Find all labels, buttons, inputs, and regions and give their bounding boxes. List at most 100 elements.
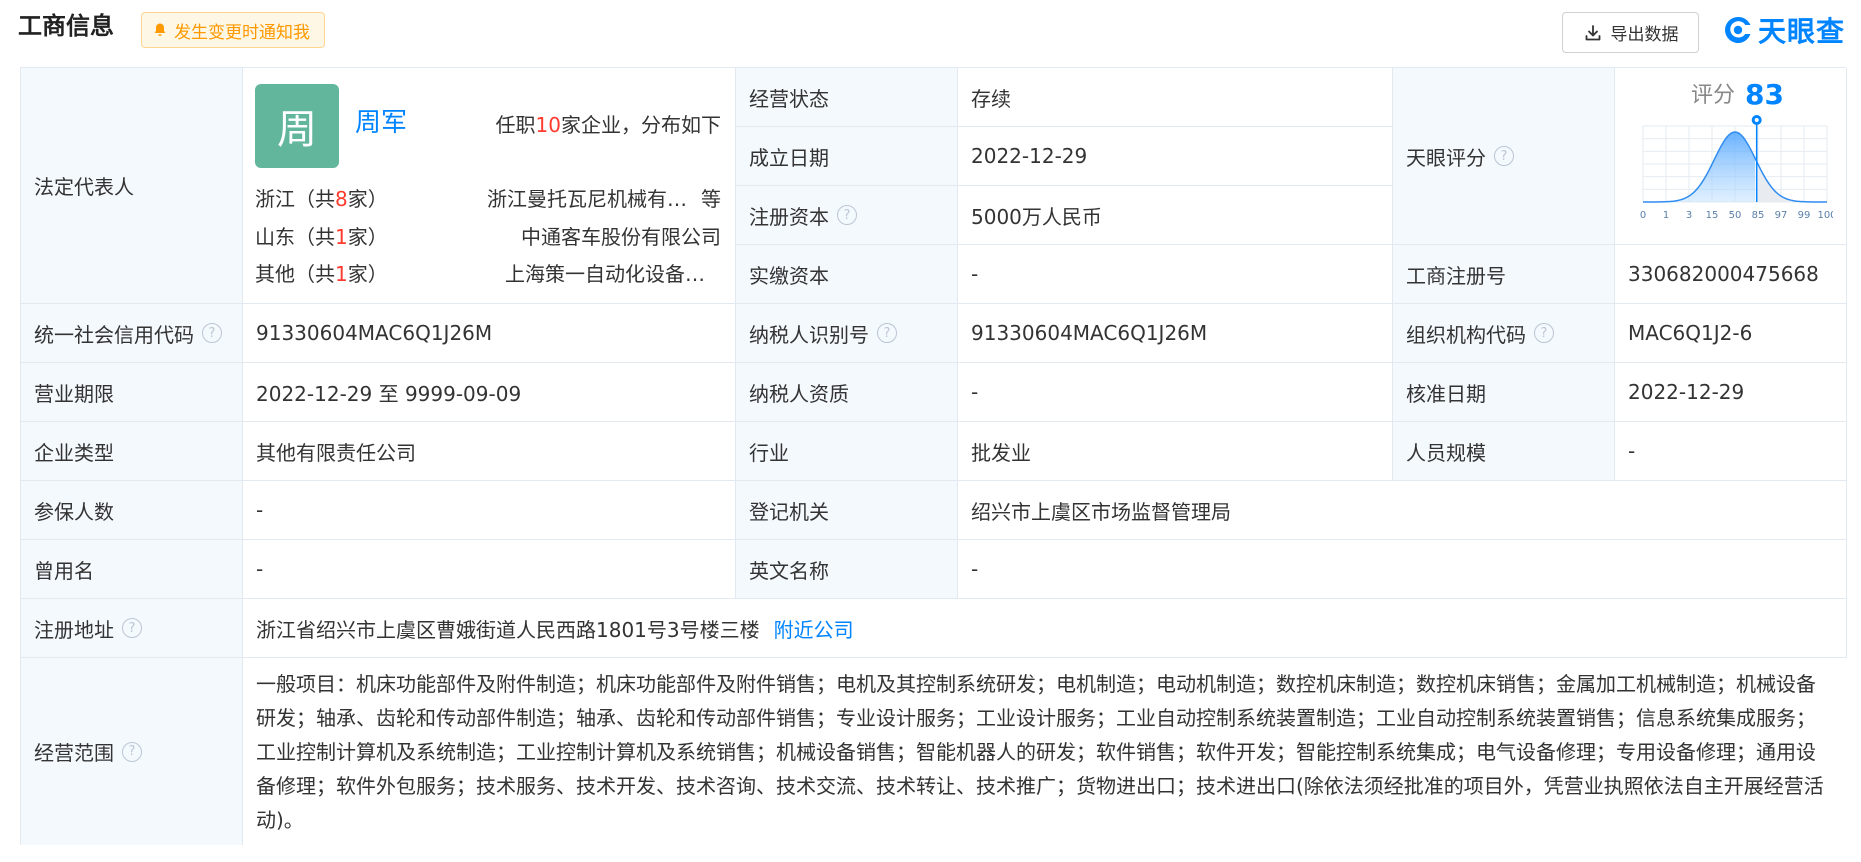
taxqual-label-cell: 纳税人资质	[736, 363, 958, 422]
download-icon	[1585, 24, 1600, 40]
founded-value: 2022-12-29	[971, 144, 1088, 168]
authority-label: 登记机关	[749, 499, 829, 524]
help-icon[interactable]: ?	[877, 323, 897, 343]
insured-label-cell: 参保人数	[21, 481, 243, 540]
score-value: 83	[1745, 78, 1784, 111]
regno-cell: 330682000475668	[1615, 245, 1847, 304]
legal-rep-summary: 任职10家企业，分布如下	[496, 113, 721, 137]
help-icon[interactable]: ?	[837, 205, 857, 225]
score-marker-pin-center	[1754, 118, 1759, 122]
staff-cell: -	[1615, 422, 1847, 481]
english-cell: -	[958, 540, 1847, 599]
org-cell: MAC6Q1J2-6	[1615, 304, 1847, 363]
scope-label: 经营范围	[34, 741, 114, 765]
org-value: MAC6Q1J2-6	[1628, 321, 1753, 345]
region-company-link[interactable]: 浙江曼托瓦尼机械有…	[487, 183, 687, 212]
legal-rep-name[interactable]: 周军	[355, 108, 407, 138]
scope-label-cell: 经营范围?	[21, 658, 243, 845]
region-company-link[interactable]: 上海策一自动化设备…	[505, 258, 721, 287]
insured-value: -	[256, 498, 264, 522]
legal-rep-label-cell: 法定代表人	[21, 68, 243, 304]
help-icon[interactable]: ?	[1534, 323, 1554, 343]
avatar[interactable]: 周	[255, 84, 339, 168]
paid-label-cell: 实缴资本	[736, 245, 958, 304]
region-label: 山东（共1家）	[255, 224, 388, 249]
chart-tick-label: 1	[1663, 210, 1669, 221]
term-label: 营业期限	[34, 381, 114, 406]
capital-label-cell: 注册资本?	[736, 186, 958, 245]
score-cell[interactable]: 评分 83 0 1 3 15 50 85 97 99 100	[1615, 68, 1847, 245]
nearby-companies-link[interactable]: 附近公司	[774, 614, 854, 643]
summary-count: 10	[535, 113, 561, 137]
status-cell: 存续	[958, 68, 1393, 127]
type-value: 其他有限责任公司	[256, 440, 416, 465]
status-label-cell: 经营状态	[736, 68, 958, 127]
paid-cell: -	[958, 245, 1393, 304]
org-label: 组织机构代码	[1406, 322, 1526, 347]
capital-label: 注册资本	[749, 204, 829, 229]
taxid-label-cell: 纳税人识别号?	[736, 304, 958, 363]
taxid-cell: 91330604MAC6Q1J26M	[958, 304, 1393, 363]
former-label: 曾用名	[34, 558, 94, 583]
legal-rep-label: 法定代表人	[34, 175, 134, 199]
status-value: 存续	[971, 86, 1011, 111]
region-row: 浙江（共8家） 浙江曼托瓦尼机械有… 等	[255, 182, 721, 212]
authority-cell: 绍兴市上虞区市场监督管理局	[958, 481, 1847, 540]
region-company-link[interactable]: 中通客车股份有限公司	[521, 221, 721, 250]
capital-cell: 5000万人民币	[958, 186, 1393, 245]
chart-tick-label: 99	[1798, 210, 1811, 221]
legal-rep-cell: 周 周军 任职10家企业，分布如下 浙江（共8家） 浙江曼托瓦尼机械有… 等 山…	[243, 68, 736, 304]
industry-label: 行业	[749, 440, 789, 465]
english-value: -	[971, 557, 979, 581]
founded-label-cell: 成立日期	[736, 127, 958, 186]
page-title: 工商信息	[18, 12, 114, 40]
chart-area-below-score	[1643, 132, 1755, 202]
term-label-cell: 营业期限	[21, 363, 243, 422]
export-button[interactable]: 导出数据	[1562, 12, 1699, 53]
industry-value: 批发业	[971, 440, 1031, 465]
summary-post: 家企业，分布如下	[561, 113, 721, 137]
approved-label-cell: 核准日期	[1393, 363, 1615, 422]
chart-tick-label: 100	[1817, 210, 1833, 221]
chart-tick-label: 50	[1729, 210, 1742, 221]
score-distribution-chart: 0 1 3 15 50 85 97 99 100	[1640, 115, 1833, 221]
type-label-cell: 企业类型	[21, 422, 243, 481]
chart-tick-label: 0	[1640, 210, 1646, 221]
region-label: 浙江（共8家）	[255, 186, 388, 211]
regno-value: 330682000475668	[1628, 262, 1819, 286]
approved-label: 核准日期	[1406, 381, 1486, 406]
address-label-cell: 注册地址?	[21, 599, 243, 658]
address-cell: 浙江省绍兴市上虞区曹娥街道人民西路1801号3号楼三楼 附近公司	[243, 599, 1847, 658]
org-label-cell: 组织机构代码?	[1393, 304, 1615, 363]
approved-value: 2022-12-29	[1628, 380, 1745, 404]
regno-label-cell: 工商注册号	[1393, 245, 1615, 304]
taxid-value: 91330604MAC6Q1J26M	[971, 321, 1208, 345]
former-value: -	[256, 557, 264, 581]
notify-button[interactable]: 发生变更时通知我	[141, 12, 325, 48]
help-icon[interactable]: ?	[202, 323, 222, 343]
score-label: 天眼评分	[1406, 145, 1486, 170]
chart-tick-label: 3	[1686, 210, 1692, 221]
help-icon[interactable]: ?	[122, 741, 142, 762]
insured-label: 参保人数	[34, 499, 114, 524]
founded-label: 成立日期	[749, 145, 829, 170]
address-value: 浙江省绍兴市上虞区曹娥街道人民西路1801号3号楼三楼	[256, 617, 760, 642]
taxqual-value: -	[971, 380, 979, 404]
authority-label-cell: 登记机关	[736, 481, 958, 540]
region-row: 其他（共1家） 上海策一自动化设备…	[255, 257, 721, 287]
authority-value: 绍兴市上虞区市场监督管理局	[971, 499, 1231, 524]
staff-value: -	[1628, 439, 1636, 463]
score-title: 评分	[1691, 83, 1736, 108]
tianyancha-eye-icon	[1725, 16, 1751, 43]
help-icon[interactable]: ?	[1494, 146, 1514, 166]
credit-label-cell: 统一社会信用代码?	[21, 304, 243, 363]
former-cell: -	[243, 540, 736, 599]
industry-cell: 批发业	[958, 422, 1393, 481]
help-icon[interactable]: ?	[122, 618, 142, 638]
insured-cell: -	[243, 481, 736, 540]
industry-label-cell: 行业	[736, 422, 958, 481]
credit-label: 统一社会信用代码	[34, 322, 194, 347]
region-more[interactable]: 等	[701, 183, 721, 212]
term-cell: 2022-12-29 至 9999-09-09	[243, 363, 736, 422]
term-value: 2022-12-29 至 9999-09-09	[256, 381, 522, 406]
